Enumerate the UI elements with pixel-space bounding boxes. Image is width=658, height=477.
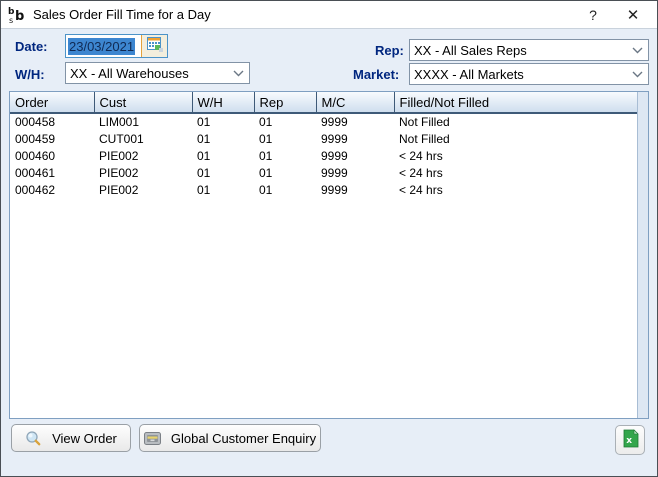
cell-wh: 01 xyxy=(192,164,254,181)
chevron-down-icon xyxy=(626,71,648,78)
cell-mc: 9999 xyxy=(316,181,394,198)
cell-mc: 9999 xyxy=(316,113,394,130)
col-header-filled[interactable]: Filled/Not Filled xyxy=(394,92,637,113)
warehouse-select[interactable]: XX - All Warehouses xyxy=(65,62,250,84)
svg-text:x: x xyxy=(626,436,632,446)
global-customer-enquiry-label: Global Customer Enquiry xyxy=(171,431,316,446)
table-row[interactable]: 000462 PIE002 01 01 9999 < 24 hrs xyxy=(10,181,637,198)
table-row[interactable]: 000461 PIE002 01 01 9999 < 24 hrs xyxy=(10,164,637,181)
calendar-icon xyxy=(147,37,163,55)
chevron-down-icon xyxy=(626,47,648,54)
col-header-rep[interactable]: Rep xyxy=(254,92,316,113)
chevron-down-icon xyxy=(227,70,249,77)
title-bar: b s b Sales Order Fill Time for a Day ? … xyxy=(1,1,657,29)
cell-cust: LIM001 xyxy=(94,113,192,130)
cell-wh: 01 xyxy=(192,181,254,198)
customer-enquiry-icon xyxy=(144,431,161,446)
cell-rep: 01 xyxy=(254,147,316,164)
view-order-button[interactable]: View Order xyxy=(11,424,131,452)
cell-wh: 01 xyxy=(192,113,254,130)
svg-text:s: s xyxy=(9,16,13,25)
date-label: Date: xyxy=(15,39,48,54)
market-value: XXXX - All Markets xyxy=(414,67,626,82)
market-label: Market: xyxy=(353,67,399,82)
table-row[interactable]: 000460 PIE002 01 01 9999 < 24 hrs xyxy=(10,147,637,164)
cell-rep: 01 xyxy=(254,164,316,181)
cell-mc: 9999 xyxy=(316,147,394,164)
col-header-mc[interactable]: M/C xyxy=(316,92,394,113)
orders-table: Order Cust W/H Rep M/C Filled/Not Filled… xyxy=(9,91,649,419)
cell-order: 000461 xyxy=(10,164,94,181)
dialog-window: b s b Sales Order Fill Time for a Day ? … xyxy=(0,0,658,477)
col-header-wh[interactable]: W/H xyxy=(192,92,254,113)
cell-cust: CUT001 xyxy=(94,130,192,147)
rep-label: Rep: xyxy=(375,43,404,58)
cell-rep: 01 xyxy=(254,130,316,147)
cell-cust: PIE002 xyxy=(94,147,192,164)
table-scrollbar[interactable] xyxy=(637,92,648,418)
col-header-cust[interactable]: Cust xyxy=(94,92,192,113)
cell-cust: PIE002 xyxy=(94,181,192,198)
cell-rep: 01 xyxy=(254,181,316,198)
close-button[interactable]: ✕ xyxy=(613,1,653,28)
cell-filled: Not Filled xyxy=(394,113,637,130)
window-title: Sales Order Fill Time for a Day xyxy=(33,7,211,22)
view-order-label: View Order xyxy=(52,431,117,446)
warehouse-value: XX - All Warehouses xyxy=(70,66,227,81)
cell-wh: 01 xyxy=(192,147,254,164)
cell-filled: < 24 hrs xyxy=(394,181,637,198)
help-button[interactable]: ? xyxy=(573,1,613,28)
app-logo-icon: b s b xyxy=(7,5,27,25)
table-row[interactable]: 000458 LIM001 01 01 9999 Not Filled xyxy=(10,113,637,130)
global-customer-enquiry-button[interactable]: Global Customer Enquiry xyxy=(139,424,321,452)
cell-mc: 9999 xyxy=(316,130,394,147)
svg-text:b: b xyxy=(15,9,24,24)
date-field-group: 23/03/2021 xyxy=(65,34,168,58)
cell-order: 000459 xyxy=(10,130,94,147)
calendar-picker-button[interactable] xyxy=(142,35,167,57)
rep-select[interactable]: XX - All Sales Reps xyxy=(409,39,649,61)
excel-file-icon: x xyxy=(622,429,639,451)
cell-order: 000460 xyxy=(10,147,94,164)
cell-order: 000462 xyxy=(10,181,94,198)
cell-filled: Not Filled xyxy=(394,130,637,147)
rep-value: XX - All Sales Reps xyxy=(414,43,626,58)
cell-mc: 9999 xyxy=(316,164,394,181)
cell-filled: < 24 hrs xyxy=(394,147,637,164)
magnifier-icon xyxy=(25,430,42,447)
cell-rep: 01 xyxy=(254,113,316,130)
cell-wh: 01 xyxy=(192,130,254,147)
date-input[interactable]: 23/03/2021 xyxy=(66,35,142,57)
date-value: 23/03/2021 xyxy=(68,38,135,55)
cell-order: 000458 xyxy=(10,113,94,130)
col-header-order[interactable]: Order xyxy=(10,92,94,113)
cell-cust: PIE002 xyxy=(94,164,192,181)
cell-filled: < 24 hrs xyxy=(394,164,637,181)
warehouse-label: W/H: xyxy=(15,67,45,82)
orders-table-header: Order Cust W/H Rep M/C Filled/Not Filled xyxy=(10,92,637,113)
market-select[interactable]: XXXX - All Markets xyxy=(409,63,649,85)
table-row[interactable]: 000459 CUT001 01 01 9999 Not Filled xyxy=(10,130,637,147)
export-excel-button[interactable]: x xyxy=(615,425,645,455)
